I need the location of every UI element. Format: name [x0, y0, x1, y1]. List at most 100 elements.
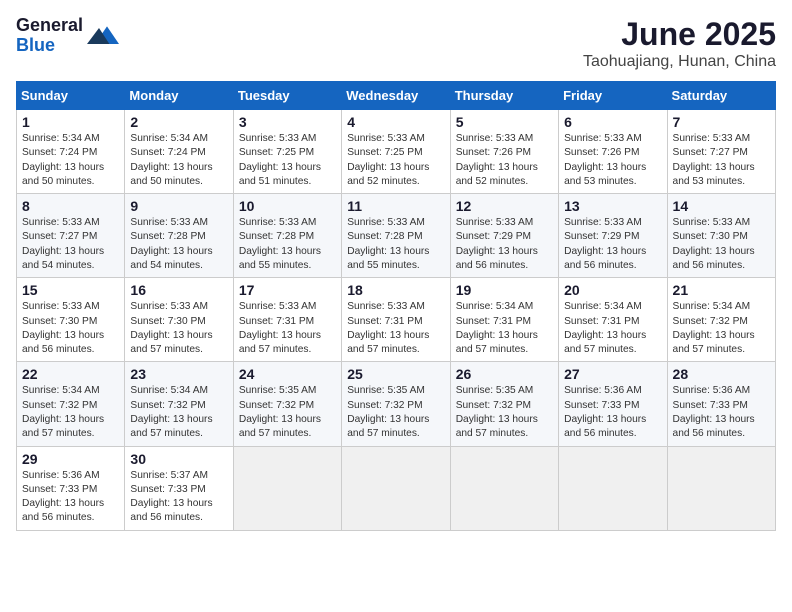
day-info: Sunrise: 5:33 AM Sunset: 7:31 PM Dayligh…	[239, 300, 336, 357]
day-cell-1: 1 Sunrise: 5:34 AM Sunset: 7:24 PM Dayli…	[17, 110, 125, 194]
empty-cell	[559, 446, 667, 530]
day-info: Sunrise: 5:34 AM Sunset: 7:32 PM Dayligh…	[130, 384, 227, 441]
day-info: Sunrise: 5:33 AM Sunset: 7:26 PM Dayligh…	[456, 132, 553, 189]
day-number: 3	[239, 114, 336, 130]
day-cell-9: 9 Sunrise: 5:33 AM Sunset: 7:28 PM Dayli…	[125, 194, 233, 278]
day-cell-24: 24 Sunrise: 5:35 AM Sunset: 7:32 PM Dayl…	[233, 362, 341, 446]
day-info: Sunrise: 5:33 AM Sunset: 7:30 PM Dayligh…	[673, 216, 770, 273]
day-number: 13	[564, 198, 661, 214]
header-thursday: Thursday	[450, 82, 558, 110]
day-number: 11	[347, 198, 444, 214]
calendar-table: Sunday Monday Tuesday Wednesday Thursday…	[16, 81, 776, 531]
day-cell-25: 25 Sunrise: 5:35 AM Sunset: 7:32 PM Dayl…	[342, 362, 450, 446]
location: Taohuajiang, Hunan, China	[583, 53, 776, 71]
day-cell-3: 3 Sunrise: 5:33 AM Sunset: 7:25 PM Dayli…	[233, 110, 341, 194]
day-info: Sunrise: 5:33 AM Sunset: 7:28 PM Dayligh…	[130, 216, 227, 273]
day-cell-5: 5 Sunrise: 5:33 AM Sunset: 7:26 PM Dayli…	[450, 110, 558, 194]
day-number: 24	[239, 366, 336, 382]
empty-cell	[233, 446, 341, 530]
day-info: Sunrise: 5:33 AM Sunset: 7:30 PM Dayligh…	[22, 300, 119, 357]
calendar-week-5: 29 Sunrise: 5:36 AM Sunset: 7:33 PM Dayl…	[17, 446, 776, 530]
day-cell-30: 30 Sunrise: 5:37 AM Sunset: 7:33 PM Dayl…	[125, 446, 233, 530]
day-number: 26	[456, 366, 553, 382]
day-number: 16	[130, 282, 227, 298]
day-cell-6: 6 Sunrise: 5:33 AM Sunset: 7:26 PM Dayli…	[559, 110, 667, 194]
calendar-week-2: 8 Sunrise: 5:33 AM Sunset: 7:27 PM Dayli…	[17, 194, 776, 278]
day-cell-17: 17 Sunrise: 5:33 AM Sunset: 7:31 PM Dayl…	[233, 278, 341, 362]
header-monday: Monday	[125, 82, 233, 110]
day-info: Sunrise: 5:34 AM Sunset: 7:24 PM Dayligh…	[22, 132, 119, 189]
day-cell-19: 19 Sunrise: 5:34 AM Sunset: 7:31 PM Dayl…	[450, 278, 558, 362]
day-number: 22	[22, 366, 119, 382]
day-number: 25	[347, 366, 444, 382]
day-info: Sunrise: 5:33 AM Sunset: 7:27 PM Dayligh…	[673, 132, 770, 189]
header-saturday: Saturday	[667, 82, 775, 110]
day-number: 27	[564, 366, 661, 382]
day-cell-21: 21 Sunrise: 5:34 AM Sunset: 7:32 PM Dayl…	[667, 278, 775, 362]
day-cell-23: 23 Sunrise: 5:34 AM Sunset: 7:32 PM Dayl…	[125, 362, 233, 446]
day-cell-10: 10 Sunrise: 5:33 AM Sunset: 7:28 PM Dayl…	[233, 194, 341, 278]
day-number: 10	[239, 198, 336, 214]
day-info: Sunrise: 5:35 AM Sunset: 7:32 PM Dayligh…	[347, 384, 444, 441]
day-number: 30	[130, 451, 227, 467]
day-cell-22: 22 Sunrise: 5:34 AM Sunset: 7:32 PM Dayl…	[17, 362, 125, 446]
header-sunday: Sunday	[17, 82, 125, 110]
day-cell-7: 7 Sunrise: 5:33 AM Sunset: 7:27 PM Dayli…	[667, 110, 775, 194]
day-cell-27: 27 Sunrise: 5:36 AM Sunset: 7:33 PM Dayl…	[559, 362, 667, 446]
day-number: 15	[22, 282, 119, 298]
day-number: 14	[673, 198, 770, 214]
day-info: Sunrise: 5:36 AM Sunset: 7:33 PM Dayligh…	[673, 384, 770, 441]
header-tuesday: Tuesday	[233, 82, 341, 110]
day-number: 21	[673, 282, 770, 298]
logo-text: General Blue	[16, 16, 83, 56]
day-number: 6	[564, 114, 661, 130]
day-info: Sunrise: 5:33 AM Sunset: 7:26 PM Dayligh…	[564, 132, 661, 189]
day-info: Sunrise: 5:34 AM Sunset: 7:32 PM Dayligh…	[22, 384, 119, 441]
day-number: 17	[239, 282, 336, 298]
day-number: 7	[673, 114, 770, 130]
day-number: 20	[564, 282, 661, 298]
day-info: Sunrise: 5:33 AM Sunset: 7:31 PM Dayligh…	[347, 300, 444, 357]
day-cell-16: 16 Sunrise: 5:33 AM Sunset: 7:30 PM Dayl…	[125, 278, 233, 362]
day-number: 5	[456, 114, 553, 130]
day-cell-2: 2 Sunrise: 5:34 AM Sunset: 7:24 PM Dayli…	[125, 110, 233, 194]
month-title: June 2025	[583, 16, 776, 53]
title-block: June 2025 Taohuajiang, Hunan, China	[583, 16, 776, 71]
logo-general: General	[16, 16, 83, 36]
day-info: Sunrise: 5:33 AM Sunset: 7:27 PM Dayligh…	[22, 216, 119, 273]
day-number: 1	[22, 114, 119, 130]
day-cell-12: 12 Sunrise: 5:33 AM Sunset: 7:29 PM Dayl…	[450, 194, 558, 278]
header-friday: Friday	[559, 82, 667, 110]
calendar-header-row: Sunday Monday Tuesday Wednesday Thursday…	[17, 82, 776, 110]
empty-cell	[667, 446, 775, 530]
day-info: Sunrise: 5:34 AM Sunset: 7:32 PM Dayligh…	[673, 300, 770, 357]
day-cell-14: 14 Sunrise: 5:33 AM Sunset: 7:30 PM Dayl…	[667, 194, 775, 278]
calendar-week-3: 15 Sunrise: 5:33 AM Sunset: 7:30 PM Dayl…	[17, 278, 776, 362]
day-number: 4	[347, 114, 444, 130]
day-number: 8	[22, 198, 119, 214]
day-cell-20: 20 Sunrise: 5:34 AM Sunset: 7:31 PM Dayl…	[559, 278, 667, 362]
day-info: Sunrise: 5:33 AM Sunset: 7:25 PM Dayligh…	[239, 132, 336, 189]
calendar-week-4: 22 Sunrise: 5:34 AM Sunset: 7:32 PM Dayl…	[17, 362, 776, 446]
empty-cell	[450, 446, 558, 530]
day-info: Sunrise: 5:36 AM Sunset: 7:33 PM Dayligh…	[22, 469, 119, 526]
calendar-week-1: 1 Sunrise: 5:34 AM Sunset: 7:24 PM Dayli…	[17, 110, 776, 194]
day-cell-18: 18 Sunrise: 5:33 AM Sunset: 7:31 PM Dayl…	[342, 278, 450, 362]
day-cell-13: 13 Sunrise: 5:33 AM Sunset: 7:29 PM Dayl…	[559, 194, 667, 278]
day-info: Sunrise: 5:35 AM Sunset: 7:32 PM Dayligh…	[239, 384, 336, 441]
logo-blue: Blue	[16, 36, 83, 56]
day-cell-8: 8 Sunrise: 5:33 AM Sunset: 7:27 PM Dayli…	[17, 194, 125, 278]
day-info: Sunrise: 5:33 AM Sunset: 7:25 PM Dayligh…	[347, 132, 444, 189]
day-info: Sunrise: 5:33 AM Sunset: 7:29 PM Dayligh…	[564, 216, 661, 273]
logo-icon	[87, 20, 119, 52]
day-info: Sunrise: 5:34 AM Sunset: 7:31 PM Dayligh…	[456, 300, 553, 357]
day-cell-11: 11 Sunrise: 5:33 AM Sunset: 7:28 PM Dayl…	[342, 194, 450, 278]
day-cell-4: 4 Sunrise: 5:33 AM Sunset: 7:25 PM Dayli…	[342, 110, 450, 194]
day-number: 9	[130, 198, 227, 214]
day-number: 23	[130, 366, 227, 382]
header-wednesday: Wednesday	[342, 82, 450, 110]
logo: General Blue	[16, 16, 119, 56]
day-number: 19	[456, 282, 553, 298]
day-number: 28	[673, 366, 770, 382]
page-header: General Blue June 2025 Taohuajiang, Huna…	[16, 16, 776, 71]
